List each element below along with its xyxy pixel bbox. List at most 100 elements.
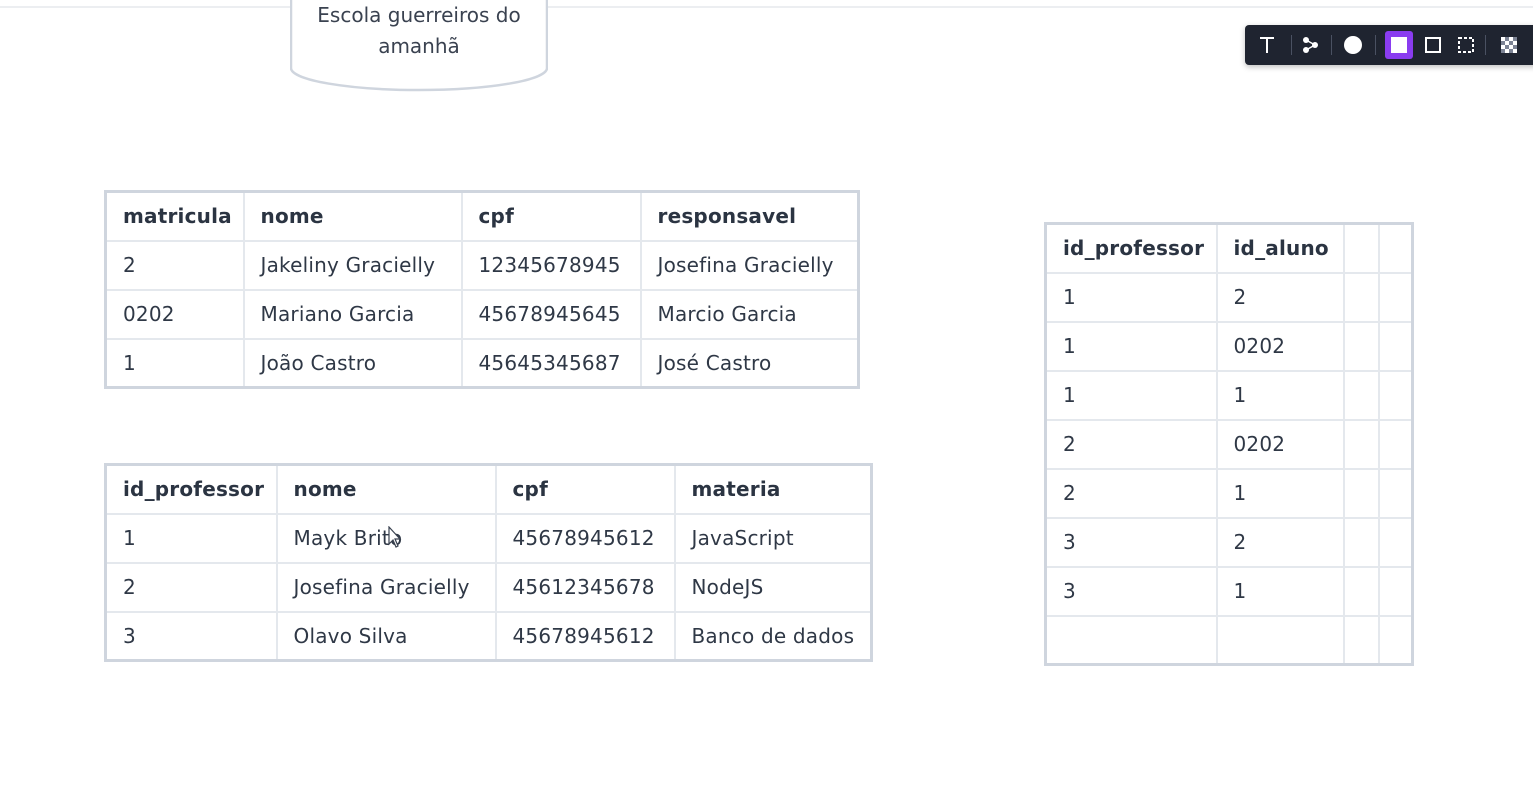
text-tool-button[interactable] — [1253, 31, 1281, 59]
table-cell[interactable]: 1 — [1044, 320, 1218, 372]
alunos-table[interactable]: matricula nome cpf responsavel 2 Jakelin… — [104, 190, 860, 389]
table-cell[interactable]: 3 — [104, 610, 278, 662]
header-cell[interactable]: cpf — [494, 463, 676, 515]
header-cell[interactable]: matricula — [104, 190, 245, 242]
table-cell[interactable]: José Castro — [639, 337, 860, 389]
opacity-button[interactable] — [1495, 31, 1523, 59]
table-row: 2 Jakeliny Gracielly 12345678945 Josefin… — [104, 239, 860, 291]
table-cell[interactable]: 45612345678 — [494, 561, 676, 613]
header-cell[interactable]: responsavel — [639, 190, 860, 242]
table-cell[interactable]: 2 — [1044, 467, 1218, 519]
table-cell[interactable] — [1377, 369, 1414, 421]
table-cell[interactable] — [1215, 614, 1345, 666]
table-cell[interactable] — [1377, 418, 1414, 470]
table-cell[interactable]: 2 — [1044, 418, 1218, 470]
connector-tool-button[interactable] — [1297, 31, 1325, 59]
table-cell[interactable] — [1044, 614, 1218, 666]
table-cell[interactable]: Josefina Gracielly — [639, 239, 860, 291]
table-cell[interactable] — [1377, 320, 1414, 372]
table-header-row: matricula nome cpf responsavel — [104, 190, 860, 242]
professor-aluno-table[interactable]: id_professor id_aluno 1 2 1 0202 1 1 2 0… — [1044, 222, 1414, 666]
table-cell[interactable] — [1342, 369, 1380, 421]
table-cell[interactable]: João Castro — [242, 337, 463, 389]
table-cell[interactable]: 1 — [104, 337, 245, 389]
table-cell[interactable]: 45678945645 — [460, 288, 642, 340]
table-cell[interactable] — [1342, 320, 1380, 372]
header-cell[interactable]: id_professor — [104, 463, 278, 515]
table-cell[interactable]: 12345678945 — [460, 239, 642, 291]
table-cell[interactable] — [1377, 467, 1414, 519]
table-cell[interactable] — [1342, 467, 1380, 519]
style-outline-button[interactable] — [1419, 31, 1447, 59]
top-divider — [0, 6, 1533, 8]
fill-color-button[interactable] — [1339, 31, 1367, 59]
circle-fill-icon — [1344, 36, 1362, 54]
table-cell[interactable]: 3 — [1044, 516, 1218, 568]
table-cell[interactable]: 45645345687 — [460, 337, 642, 389]
table-cell[interactable]: 45678945612 — [494, 512, 676, 564]
table-cell[interactable]: JavaScript — [673, 512, 873, 564]
table-row: 1 2 — [1044, 271, 1414, 323]
table-cell[interactable]: Olavo Silva — [275, 610, 497, 662]
square-dashed-icon — [1458, 37, 1474, 53]
table-row: 1 0202 — [1044, 320, 1414, 372]
header-cell[interactable]: cpf — [460, 190, 642, 242]
checker-icon — [1501, 37, 1517, 53]
header-cell[interactable]: nome — [242, 190, 463, 242]
table-cell[interactable] — [1377, 271, 1414, 323]
style-filled-button[interactable] — [1385, 31, 1413, 59]
header-cell[interactable] — [1342, 222, 1380, 274]
header-cell[interactable] — [1377, 222, 1414, 274]
mouse-cursor-icon — [388, 526, 402, 548]
table-cell[interactable]: 3 — [1044, 565, 1218, 617]
table-cell[interactable]: 2 — [104, 239, 245, 291]
table-cell[interactable]: 1 — [1044, 271, 1218, 323]
header-cell[interactable]: materia — [673, 463, 873, 515]
table-cell[interactable]: 1 — [1215, 565, 1345, 617]
header-cell[interactable]: nome — [275, 463, 497, 515]
table-cell[interactable] — [1342, 614, 1380, 666]
table-cell[interactable]: Mariano Garcia — [242, 288, 463, 340]
square-filled-icon — [1391, 37, 1407, 53]
table-cell[interactable]: Mayk Brito — [275, 512, 497, 564]
header-cell[interactable]: id_professor — [1044, 222, 1218, 274]
table-cell[interactable] — [1377, 565, 1414, 617]
table-cell[interactable] — [1342, 565, 1380, 617]
table-cell[interactable] — [1342, 271, 1380, 323]
table-cell[interactable]: 1 — [104, 512, 278, 564]
toolbar-separator — [1291, 35, 1292, 55]
table-cell[interactable]: 1 — [1215, 467, 1345, 519]
table-cell[interactable]: 0202 — [104, 288, 245, 340]
cylinder-label-line2: amanhã — [378, 34, 460, 58]
table-cell[interactable]: 45678945612 — [494, 610, 676, 662]
header-cell[interactable]: id_aluno — [1215, 222, 1345, 274]
professores-table[interactable]: id_professor nome cpf materia 1 Mayk Bri… — [104, 463, 873, 662]
shape-toolbar — [1245, 25, 1533, 65]
table-cell[interactable] — [1342, 516, 1380, 568]
table-cell[interactable]: Josefina Gracielly — [275, 561, 497, 613]
table-row: 1 1 — [1044, 369, 1414, 421]
table-cell[interactable]: 2 — [104, 561, 278, 613]
whiteboard-canvas[interactable]: Escola guerreiros do amanhã matricula no… — [0, 0, 1533, 806]
connector-icon — [1303, 37, 1318, 53]
table-cell[interactable] — [1377, 614, 1414, 666]
table-cell[interactable]: Marcio Garcia — [639, 288, 860, 340]
table-cell[interactable]: 2 — [1215, 516, 1345, 568]
toolbar-separator — [1331, 35, 1332, 55]
table-cell[interactable]: NodeJS — [673, 561, 873, 613]
text-icon — [1260, 37, 1274, 53]
table-header-row: id_professor nome cpf materia — [104, 463, 873, 515]
table-row: 1 Mayk Brito 45678945612 JavaScript — [104, 512, 873, 564]
table-cell[interactable]: Banco de dados — [673, 610, 873, 662]
table-cell[interactable]: Jakeliny Gracielly — [242, 239, 463, 291]
table-cell[interactable] — [1342, 418, 1380, 470]
table-cell[interactable]: 1 — [1044, 369, 1218, 421]
table-cell[interactable] — [1377, 516, 1414, 568]
database-cylinder-shape[interactable]: Escola guerreiros do amanhã — [290, 0, 548, 92]
style-dashed-button[interactable] — [1452, 31, 1480, 59]
table-row: 3 Olavo Silva 45678945612 Banco de dados — [104, 610, 873, 662]
table-cell[interactable]: 2 — [1215, 271, 1345, 323]
table-cell[interactable]: 0202 — [1215, 320, 1345, 372]
table-cell[interactable]: 1 — [1215, 369, 1345, 421]
table-cell[interactable]: 0202 — [1215, 418, 1345, 470]
